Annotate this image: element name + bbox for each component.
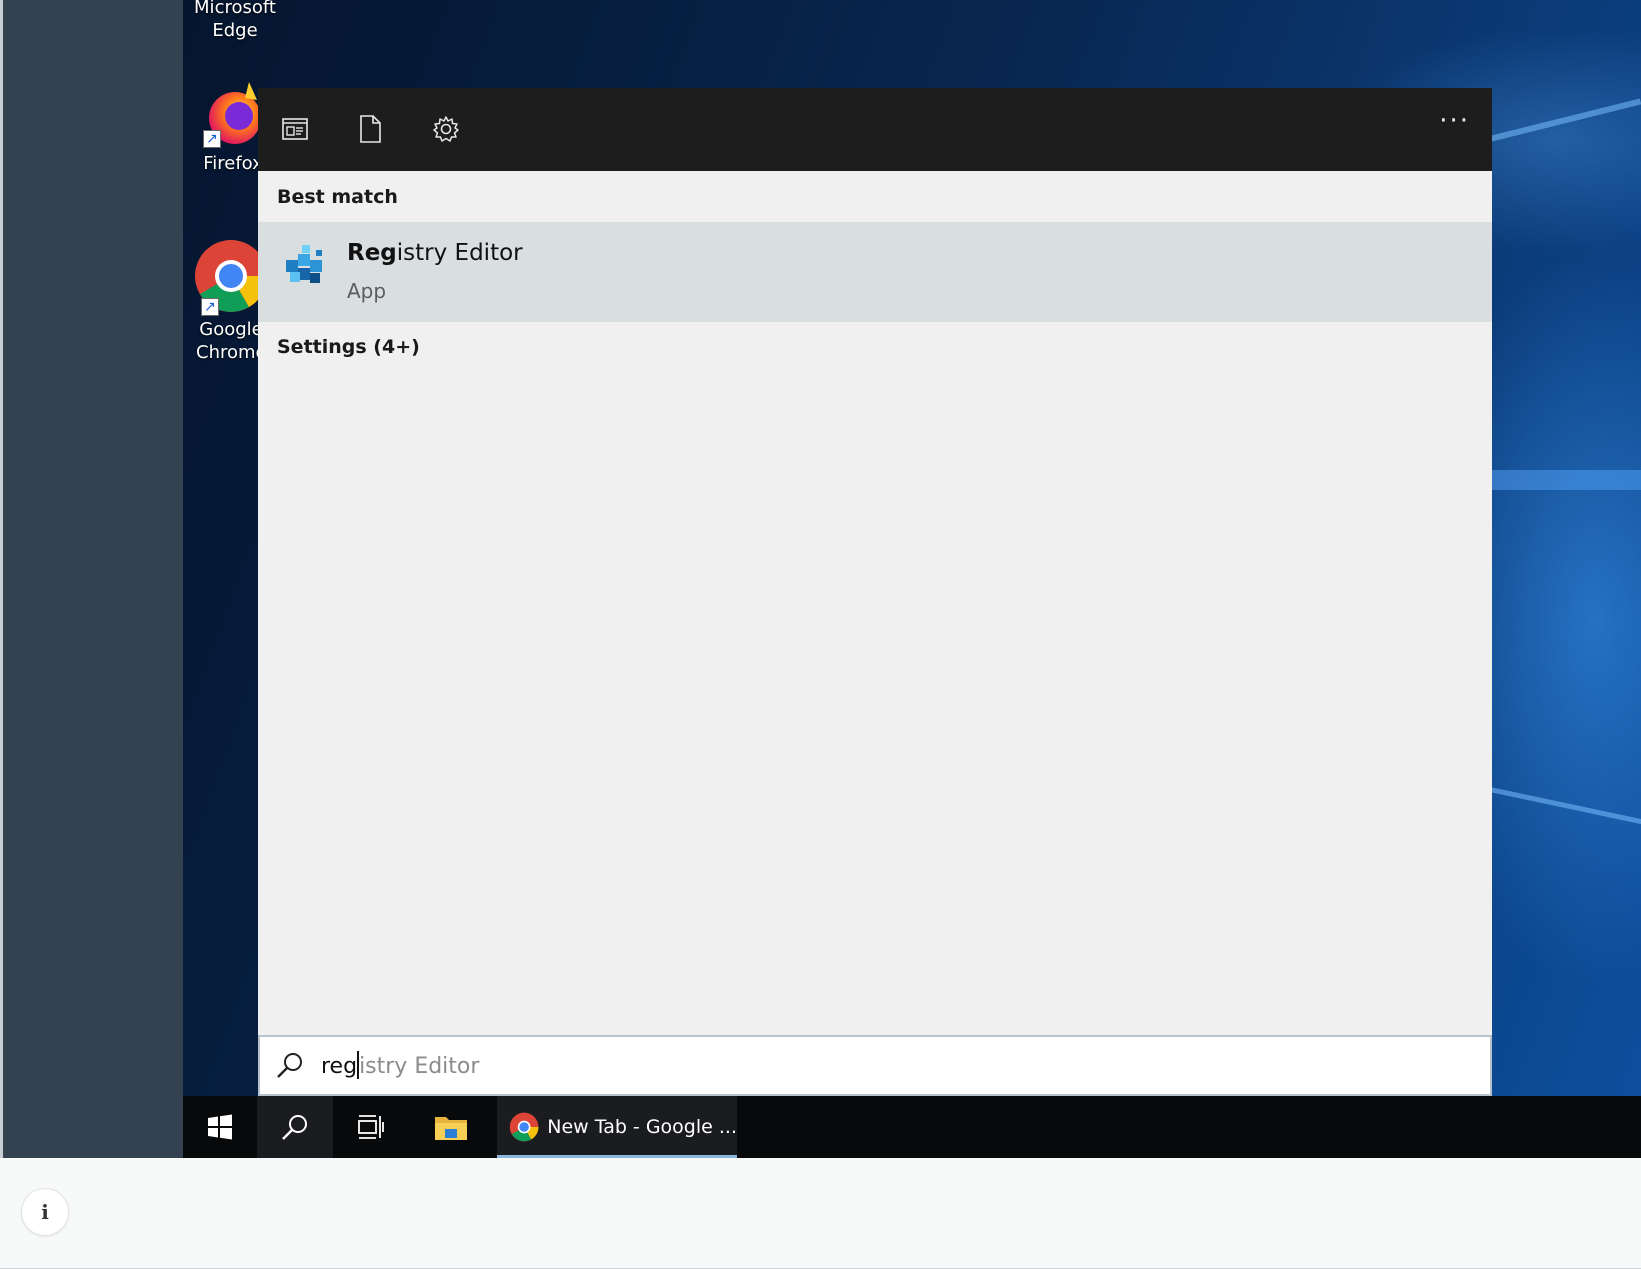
search-typed-text: reg — [321, 1054, 358, 1079]
taskbar: New Tab - Google ... — [183, 1096, 1641, 1158]
desktop-icon-label: Microsoft Edge — [194, 0, 276, 41]
settings-filter-icon[interactable] — [429, 112, 463, 146]
desktop-icon-label: Google Chrome — [196, 319, 267, 363]
left-panel-edge — [0, 0, 3, 1158]
start-icon — [208, 1114, 232, 1140]
more-options-button[interactable]: ··· — [1439, 106, 1470, 136]
task-view-button[interactable] — [333, 1096, 409, 1158]
taskbar-search-button[interactable] — [257, 1096, 333, 1158]
best-match-result[interactable]: Registry Editor App — [258, 222, 1492, 322]
taskbar-app-label: New Tab - Google ... — [547, 1116, 737, 1138]
file-explorer-button[interactable] — [409, 1096, 493, 1158]
apps-filter-icon[interactable] — [278, 112, 312, 146]
result-title-match: Reg — [347, 240, 397, 266]
search-text: registry Editor — [321, 1051, 479, 1079]
chrome-icon — [509, 1112, 539, 1142]
bottom-panel: i — [0, 1158, 1641, 1269]
search-autocomplete: istry Editor — [359, 1054, 480, 1079]
info-button[interactable]: i — [21, 1188, 69, 1236]
taskbar-app-chrome[interactable]: New Tab - Google ... — [497, 1096, 737, 1158]
shortcut-arrow-icon — [203, 128, 221, 151]
registry-editor-icon — [282, 242, 328, 288]
result-type: App — [347, 279, 387, 303]
file-explorer-icon — [435, 1117, 467, 1140]
settings-section-header[interactable]: Settings (4+) — [277, 336, 420, 358]
best-match-header: Best match — [277, 186, 398, 208]
search-flyout: ··· Best match Registry Editor App Setti… — [258, 88, 1492, 1096]
search-icon — [282, 1115, 307, 1140]
search-filter-bar: ··· — [258, 88, 1492, 171]
documents-filter-icon[interactable] — [353, 112, 387, 146]
search-icon — [276, 1051, 304, 1083]
left-panel — [0, 0, 183, 1158]
shortcut-arrow-icon — [201, 296, 219, 319]
start-button[interactable] — [183, 1096, 257, 1158]
result-title: Registry Editor — [347, 240, 523, 266]
search-input[interactable]: registry Editor — [258, 1035, 1492, 1096]
result-title-rest: istry Editor — [396, 240, 523, 266]
desktop-icon-edge[interactable]: Microsoft Edge — [185, 0, 285, 42]
screen: Microsoft Edge ↗ Firefox ↗ Google Chrome… — [0, 0, 1641, 1269]
firefox-icon — [203, 78, 261, 151]
task-view-icon — [358, 1115, 384, 1139]
